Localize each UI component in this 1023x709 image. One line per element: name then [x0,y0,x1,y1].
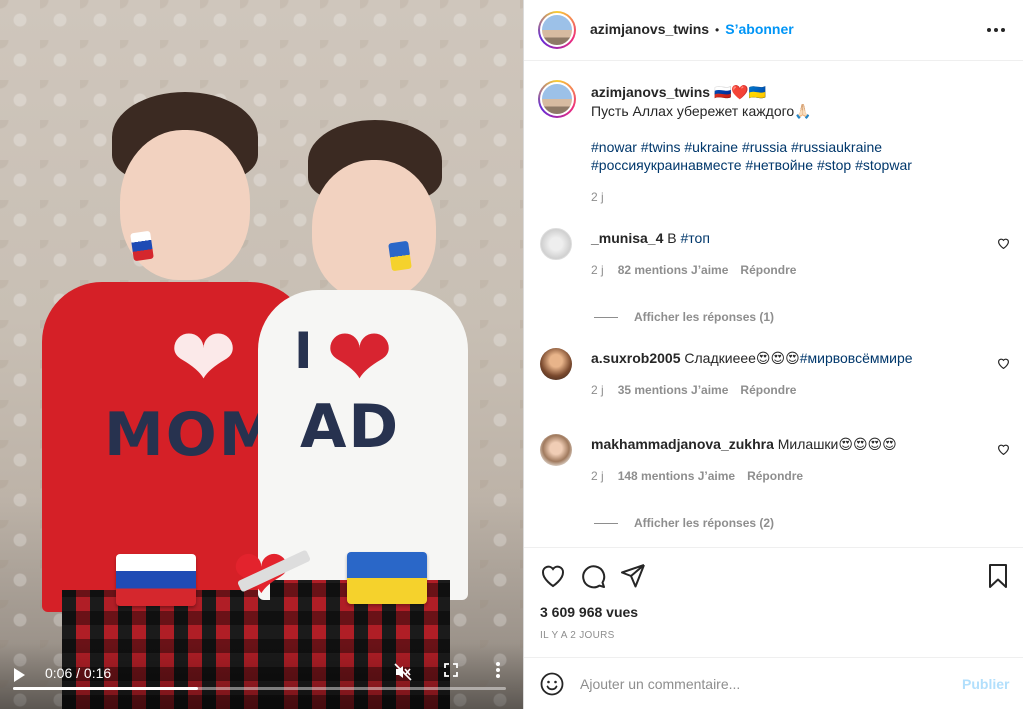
reply-button[interactable]: Répondre [747,469,803,483]
comment-username[interactable]: _munisa_4 [591,230,663,246]
caption-text: Пусть Аллах убережет каждого🙏🏻 [591,103,812,119]
caption-hashtags-line1[interactable]: #nowar #twins #ukraine #russia #russiauk… [591,138,882,156]
view-replies-button[interactable]: Afficher les réponses (2) [594,516,774,530]
post-header: azimjanovs_twins • S’abonner [524,0,1023,61]
caption-time[interactable]: 2 j [591,190,604,204]
comment-time[interactable]: 2 j [591,263,604,277]
comment-likes[interactable]: 148 mentions J’aime [618,469,735,483]
follow-button[interactable]: S’abonner [725,21,793,37]
shirt-text-right-top: I [294,322,315,380]
comment-likes[interactable]: 82 mentions J’aime [618,263,729,277]
author-avatar[interactable] [538,11,576,49]
add-comment-bar: Publier [524,657,1023,709]
caption-avatar[interactable] [538,80,576,118]
comment-avatar[interactable] [540,348,572,380]
separator-dot: • [715,23,720,37]
reply-button[interactable]: Répondre [740,263,796,277]
author-username[interactable]: azimjanovs_twins [590,21,709,37]
mute-icon[interactable] [394,663,412,681]
more-vertical-icon[interactable] [495,661,501,679]
comment-likes[interactable]: 35 mentions J’aime [618,383,729,397]
shirt-text-left: MOM [104,400,281,470]
comment-meta: 2 j 35 mentions J’aime Répondre [591,383,796,397]
comment-input[interactable] [580,668,950,700]
video-progress-bar[interactable] [13,687,506,690]
comments-list[interactable]: azimjanovs_twins 🇷🇺❤️🇺🇦 Пусть Аллах убер… [524,61,1023,547]
comment-hashtag[interactable]: #топ [681,230,710,246]
emoji-picker-icon[interactable] [540,672,564,696]
comment-text: makhammadjanova_zukhra Милашки😍😍😍😍 [591,436,897,452]
video-player[interactable]: ❤ MOM I ❤ AD ❤ 0:06 / 0:16 [0,0,523,709]
view-count[interactable]: 3 609 968 vues [540,604,638,620]
comment-avatar[interactable] [540,434,572,466]
comment-text: _munisa_4 В #топ [591,230,710,246]
comment-hashtag[interactable]: #мирвовсёммире [800,350,913,366]
caption-emoji: 🇷🇺❤️🇺🇦 [713,84,767,100]
video-time: 0:06 / 0:16 [45,665,112,681]
bookmark-save-icon[interactable] [985,563,1011,589]
comment-bubble-icon[interactable] [580,563,606,589]
video-controls: 0:06 / 0:16 [0,643,523,709]
comment-username[interactable]: makhammadjanova_zukhra [591,436,774,452]
comment-username[interactable]: a.suxrob2005 [591,350,681,366]
caption-header: azimjanovs_twins 🇷🇺❤️🇺🇦 [591,83,766,101]
ukraine-flag-sticker [347,552,427,604]
view-replies-button[interactable]: Afficher les réponses (1) [594,310,774,324]
comment-time[interactable]: 2 j [591,383,604,397]
comment-meta: 2 j 82 mentions J’aime Répondre [591,263,796,277]
caption-username[interactable]: azimjanovs_twins [591,84,710,100]
play-icon[interactable] [14,668,25,682]
shirt-text-right: AD [300,392,401,462]
heart-like-icon[interactable] [997,443,1010,455]
fullscreen-icon[interactable] [444,663,458,677]
video-progress-fill [13,687,198,690]
comment-meta: 2 j 148 mentions J’aime Répondre [591,469,803,483]
comment-time[interactable]: 2 j [591,469,604,483]
like-heart-icon[interactable] [540,563,566,589]
comment-text: a.suxrob2005 Сладкиеее😍😍😍#мирвовсёммире [591,350,913,366]
reply-button[interactable]: Répondre [740,383,796,397]
share-paper-plane-icon[interactable] [620,563,646,589]
post-actions: 3 609 968 vues IL Y A 2 JOURS [524,547,1023,657]
publish-button[interactable]: Publier [962,676,1009,692]
post-sidebar: azimjanovs_twins • S’abonner azimjanovs_tw… [523,0,1023,709]
comment-avatar[interactable] [540,228,572,260]
more-options-icon[interactable] [987,28,1005,32]
post-date[interactable]: IL Y A 2 JOURS [540,630,615,641]
russia-flag-sticker [116,554,196,606]
caption-hashtags-line2[interactable]: #россияукраинавместе #нетвойне #stop #st… [591,156,912,174]
heart-like-icon[interactable] [997,237,1010,249]
heart-like-icon[interactable] [997,357,1010,369]
